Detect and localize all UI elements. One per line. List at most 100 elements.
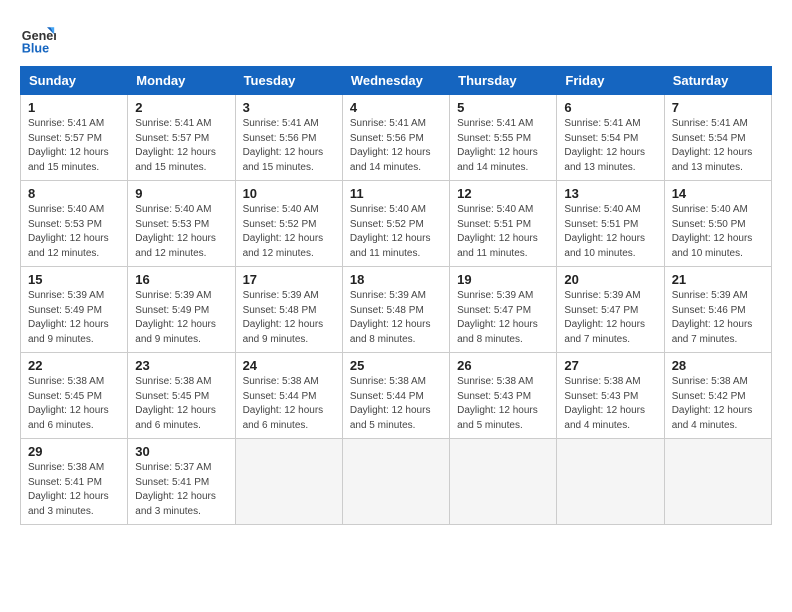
svg-text:Blue: Blue xyxy=(22,41,49,55)
calendar-week-row: 22 Sunrise: 5:38 AMSunset: 5:45 PMDaylig… xyxy=(21,353,772,439)
calendar-header-row: SundayMondayTuesdayWednesdayThursdayFrid… xyxy=(21,67,772,95)
calendar-week-row: 8 Sunrise: 5:40 AMSunset: 5:53 PMDayligh… xyxy=(21,181,772,267)
calendar-day-cell: 14 Sunrise: 5:40 AMSunset: 5:50 PMDaylig… xyxy=(664,181,771,267)
day-number: 2 xyxy=(135,100,227,115)
calendar-day-cell: 15 Sunrise: 5:39 AMSunset: 5:49 PMDaylig… xyxy=(21,267,128,353)
calendar-day-cell: 27 Sunrise: 5:38 AMSunset: 5:43 PMDaylig… xyxy=(557,353,664,439)
day-info: Sunrise: 5:38 AMSunset: 5:44 PMDaylight:… xyxy=(350,375,442,433)
day-info: Sunrise: 5:39 AMSunset: 5:46 PMDaylight:… xyxy=(672,289,764,347)
day-number: 26 xyxy=(457,358,549,373)
day-number: 12 xyxy=(457,186,549,201)
calendar-body: 1 Sunrise: 5:41 AMSunset: 5:57 PMDayligh… xyxy=(21,95,772,525)
logo: General Blue xyxy=(20,20,56,56)
calendar-day-cell: 5 Sunrise: 5:41 AMSunset: 5:55 PMDayligh… xyxy=(450,95,557,181)
calendar-header-cell: Friday xyxy=(557,67,664,95)
calendar-day-cell: 10 Sunrise: 5:40 AMSunset: 5:52 PMDaylig… xyxy=(235,181,342,267)
calendar-day-cell: 16 Sunrise: 5:39 AMSunset: 5:49 PMDaylig… xyxy=(128,267,235,353)
day-number: 23 xyxy=(135,358,227,373)
day-info: Sunrise: 5:40 AMSunset: 5:50 PMDaylight:… xyxy=(672,203,764,261)
day-number: 11 xyxy=(350,186,442,201)
calendar-day-cell: 28 Sunrise: 5:38 AMSunset: 5:42 PMDaylig… xyxy=(664,353,771,439)
day-info: Sunrise: 5:40 AMSunset: 5:53 PMDaylight:… xyxy=(135,203,227,261)
calendar-day-cell xyxy=(342,439,449,525)
day-number: 3 xyxy=(243,100,335,115)
logo-icon: General Blue xyxy=(20,20,56,56)
day-info: Sunrise: 5:41 AMSunset: 5:57 PMDaylight:… xyxy=(28,117,120,175)
day-info: Sunrise: 5:41 AMSunset: 5:56 PMDaylight:… xyxy=(243,117,335,175)
calendar-header-cell: Wednesday xyxy=(342,67,449,95)
calendar-day-cell: 8 Sunrise: 5:40 AMSunset: 5:53 PMDayligh… xyxy=(21,181,128,267)
day-info: Sunrise: 5:39 AMSunset: 5:47 PMDaylight:… xyxy=(457,289,549,347)
calendar-day-cell: 21 Sunrise: 5:39 AMSunset: 5:46 PMDaylig… xyxy=(664,267,771,353)
calendar-day-cell: 23 Sunrise: 5:38 AMSunset: 5:45 PMDaylig… xyxy=(128,353,235,439)
day-info: Sunrise: 5:41 AMSunset: 5:57 PMDaylight:… xyxy=(135,117,227,175)
calendar-day-cell: 9 Sunrise: 5:40 AMSunset: 5:53 PMDayligh… xyxy=(128,181,235,267)
header: General Blue xyxy=(20,20,772,56)
calendar-day-cell xyxy=(664,439,771,525)
day-number: 28 xyxy=(672,358,764,373)
day-number: 20 xyxy=(564,272,656,287)
calendar-day-cell xyxy=(235,439,342,525)
day-info: Sunrise: 5:38 AMSunset: 5:43 PMDaylight:… xyxy=(457,375,549,433)
calendar-day-cell: 18 Sunrise: 5:39 AMSunset: 5:48 PMDaylig… xyxy=(342,267,449,353)
day-number: 21 xyxy=(672,272,764,287)
calendar-header-cell: Tuesday xyxy=(235,67,342,95)
calendar-day-cell: 11 Sunrise: 5:40 AMSunset: 5:52 PMDaylig… xyxy=(342,181,449,267)
calendar-day-cell xyxy=(557,439,664,525)
calendar-day-cell: 7 Sunrise: 5:41 AMSunset: 5:54 PMDayligh… xyxy=(664,95,771,181)
calendar-day-cell: 1 Sunrise: 5:41 AMSunset: 5:57 PMDayligh… xyxy=(21,95,128,181)
day-info: Sunrise: 5:38 AMSunset: 5:43 PMDaylight:… xyxy=(564,375,656,433)
day-number: 14 xyxy=(672,186,764,201)
calendar-day-cell: 6 Sunrise: 5:41 AMSunset: 5:54 PMDayligh… xyxy=(557,95,664,181)
day-info: Sunrise: 5:40 AMSunset: 5:51 PMDaylight:… xyxy=(564,203,656,261)
calendar-table: SundayMondayTuesdayWednesdayThursdayFrid… xyxy=(20,66,772,525)
day-number: 13 xyxy=(564,186,656,201)
calendar-day-cell: 12 Sunrise: 5:40 AMSunset: 5:51 PMDaylig… xyxy=(450,181,557,267)
day-number: 8 xyxy=(28,186,120,201)
calendar-day-cell: 3 Sunrise: 5:41 AMSunset: 5:56 PMDayligh… xyxy=(235,95,342,181)
calendar-week-row: 1 Sunrise: 5:41 AMSunset: 5:57 PMDayligh… xyxy=(21,95,772,181)
calendar-day-cell: 24 Sunrise: 5:38 AMSunset: 5:44 PMDaylig… xyxy=(235,353,342,439)
calendar-day-cell: 29 Sunrise: 5:38 AMSunset: 5:41 PMDaylig… xyxy=(21,439,128,525)
day-info: Sunrise: 5:39 AMSunset: 5:49 PMDaylight:… xyxy=(135,289,227,347)
day-number: 15 xyxy=(28,272,120,287)
calendar-header-cell: Saturday xyxy=(664,67,771,95)
calendar-header-cell: Monday xyxy=(128,67,235,95)
day-number: 22 xyxy=(28,358,120,373)
calendar-header-cell: Sunday xyxy=(21,67,128,95)
day-number: 30 xyxy=(135,444,227,459)
day-info: Sunrise: 5:40 AMSunset: 5:52 PMDaylight:… xyxy=(350,203,442,261)
day-info: Sunrise: 5:40 AMSunset: 5:52 PMDaylight:… xyxy=(243,203,335,261)
day-info: Sunrise: 5:39 AMSunset: 5:47 PMDaylight:… xyxy=(564,289,656,347)
day-number: 29 xyxy=(28,444,120,459)
calendar-day-cell: 26 Sunrise: 5:38 AMSunset: 5:43 PMDaylig… xyxy=(450,353,557,439)
day-info: Sunrise: 5:38 AMSunset: 5:45 PMDaylight:… xyxy=(135,375,227,433)
calendar-day-cell: 20 Sunrise: 5:39 AMSunset: 5:47 PMDaylig… xyxy=(557,267,664,353)
day-number: 10 xyxy=(243,186,335,201)
day-number: 1 xyxy=(28,100,120,115)
day-number: 25 xyxy=(350,358,442,373)
calendar-day-cell: 19 Sunrise: 5:39 AMSunset: 5:47 PMDaylig… xyxy=(450,267,557,353)
calendar-day-cell: 22 Sunrise: 5:38 AMSunset: 5:45 PMDaylig… xyxy=(21,353,128,439)
day-info: Sunrise: 5:39 AMSunset: 5:48 PMDaylight:… xyxy=(243,289,335,347)
day-info: Sunrise: 5:39 AMSunset: 5:48 PMDaylight:… xyxy=(350,289,442,347)
day-info: Sunrise: 5:38 AMSunset: 5:41 PMDaylight:… xyxy=(28,461,120,519)
calendar-day-cell: 4 Sunrise: 5:41 AMSunset: 5:56 PMDayligh… xyxy=(342,95,449,181)
day-number: 17 xyxy=(243,272,335,287)
calendar-day-cell: 17 Sunrise: 5:39 AMSunset: 5:48 PMDaylig… xyxy=(235,267,342,353)
day-number: 27 xyxy=(564,358,656,373)
day-number: 7 xyxy=(672,100,764,115)
day-info: Sunrise: 5:41 AMSunset: 5:54 PMDaylight:… xyxy=(564,117,656,175)
day-number: 24 xyxy=(243,358,335,373)
day-info: Sunrise: 5:41 AMSunset: 5:56 PMDaylight:… xyxy=(350,117,442,175)
calendar-day-cell: 30 Sunrise: 5:37 AMSunset: 5:41 PMDaylig… xyxy=(128,439,235,525)
calendar-week-row: 15 Sunrise: 5:39 AMSunset: 5:49 PMDaylig… xyxy=(21,267,772,353)
calendar-day-cell: 2 Sunrise: 5:41 AMSunset: 5:57 PMDayligh… xyxy=(128,95,235,181)
day-number: 4 xyxy=(350,100,442,115)
calendar-header-cell: Thursday xyxy=(450,67,557,95)
day-number: 19 xyxy=(457,272,549,287)
day-info: Sunrise: 5:40 AMSunset: 5:51 PMDaylight:… xyxy=(457,203,549,261)
day-info: Sunrise: 5:38 AMSunset: 5:44 PMDaylight:… xyxy=(243,375,335,433)
calendar-day-cell: 25 Sunrise: 5:38 AMSunset: 5:44 PMDaylig… xyxy=(342,353,449,439)
day-number: 9 xyxy=(135,186,227,201)
